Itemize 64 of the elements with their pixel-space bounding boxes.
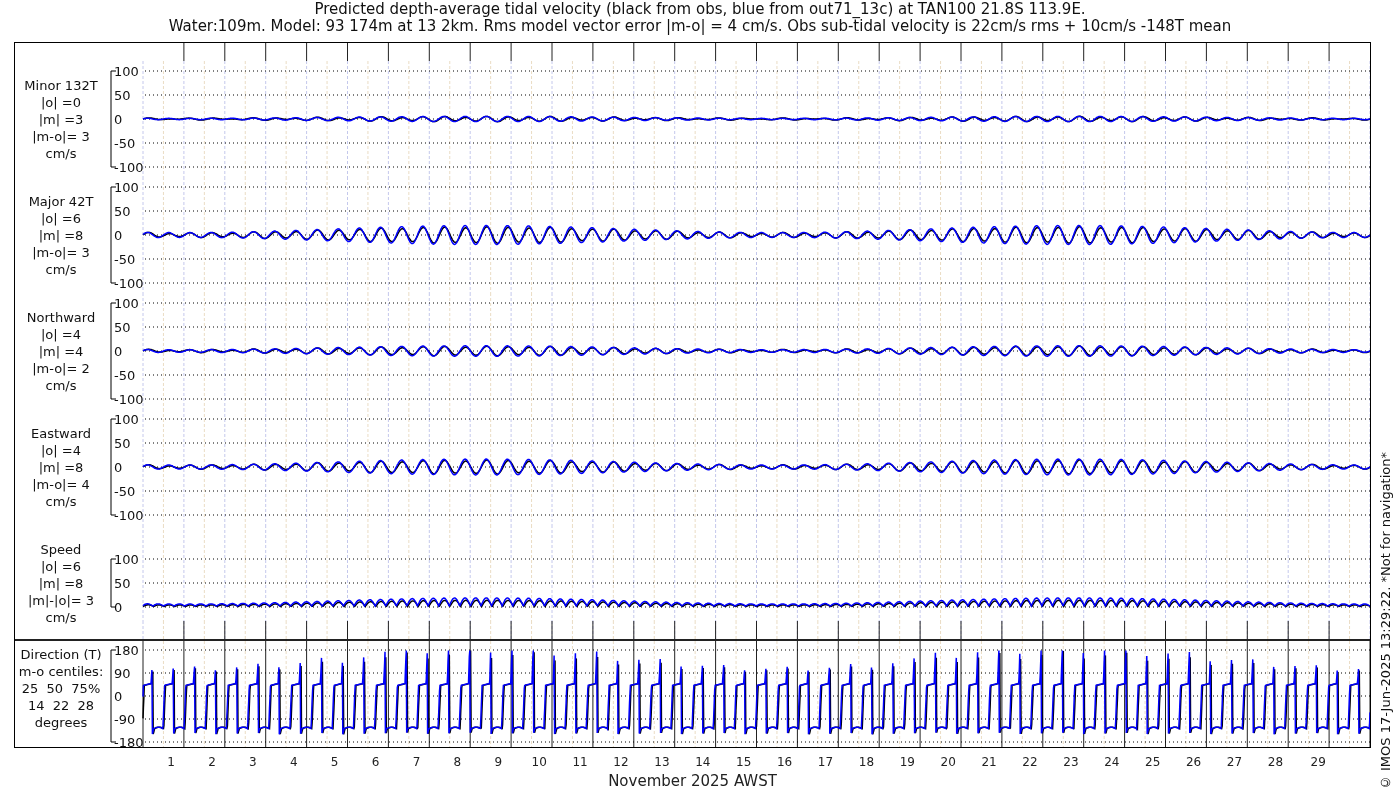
axis-tick-label: -50 — [114, 136, 136, 151]
axis-tick-label: 0 — [114, 112, 123, 127]
chart-title: Water:109m. Model: 93 174m at 13 2km. Rms model vector error |m-o| = 4 cm/s. Obs sub-tidal velocity is 22cm/s rms + 10cm/s -148T mean — [168, 18, 1232, 35]
axis-tick-label: 90 — [114, 666, 131, 681]
stat-text: |m| =8 — [38, 459, 84, 476]
stat-text: |m| =4 — [38, 343, 84, 360]
axis-tick-label: -100 — [114, 160, 144, 175]
stat-text: m-o centiles: — [18, 663, 104, 680]
stat-text: |o| =4 — [41, 326, 81, 343]
stat-text: |m-o|= 2 — [32, 360, 90, 377]
stat-text: degrees — [34, 714, 88, 731]
stat-text: |o| =6 — [41, 558, 81, 575]
axis-tick-label: 50 — [114, 320, 131, 335]
stat-text: |m| =8 — [38, 575, 84, 592]
panel-title: Eastward — [31, 425, 91, 442]
axis-tick-label: 50 — [114, 436, 131, 451]
stat-text: |o| =6 — [41, 210, 81, 227]
axis-tick-label: 0 — [114, 228, 123, 243]
axis-tick-label: 100 — [114, 64, 139, 79]
stat-text: cm/s — [45, 377, 77, 394]
stat-text: |m-o|= 3 — [32, 244, 90, 261]
axis-tick-label: -50 — [114, 252, 136, 267]
axis-tick-label: -100 — [114, 508, 144, 523]
axis-tick-label: -90 — [114, 712, 136, 727]
panel-title: Minor 132T — [24, 77, 98, 94]
stat-text: cm/s — [45, 145, 77, 162]
axis-tick-label: 100 — [114, 552, 139, 567]
axis-tick-label: 50 — [114, 576, 131, 591]
panel-title: Direction (T) — [20, 646, 102, 663]
stat-text: |m-o|= 4 — [32, 476, 90, 493]
axis-tick-label: 0 — [114, 460, 123, 475]
stat-text: |m-o|= 3 — [32, 128, 90, 145]
stat-text: |m| =3 — [38, 111, 84, 128]
stat-text: |m| =8 — [38, 227, 84, 244]
y-axis — [110, 558, 117, 608]
stat-text: cm/s — [45, 609, 77, 626]
axis-tick-label: -180 — [114, 735, 144, 747]
stat-text: 25 50 75% — [21, 680, 101, 697]
stat-text: 14 22 28 — [27, 697, 95, 714]
axis-tick-labels: 1 2 3 4 5 6 7 8 9 10 11 12 13 14 15 16 17 18 19 20 21 22 23 24 25 26 27 28 29 — [167, 755, 1326, 769]
axis-tick-label: 100 — [114, 180, 139, 195]
stat-text: |o| =0 — [41, 94, 81, 111]
panel-title: Northward — [26, 309, 96, 326]
axis-tick-label: 0 — [114, 600, 123, 615]
axis-tick-label: -50 — [114, 368, 136, 383]
axis-tick-label: -100 — [114, 276, 144, 291]
axis-tick-label: 100 — [114, 412, 139, 427]
axis-tick-label: 180 — [114, 643, 139, 658]
axis-tick-label: 0 — [114, 344, 123, 359]
stat-text: cm/s — [45, 261, 77, 278]
axis-tick-label: 50 — [114, 204, 131, 219]
stat-text: |o| =4 — [41, 442, 81, 459]
panel-title: Major 42T — [28, 193, 94, 210]
axis-tick-label: -50 — [114, 484, 136, 499]
copyright-text: © IMOS 17-Jun-2025 13:29:22. *Not for navigation* — [1378, 451, 1393, 790]
axis-tick-label: 100 — [114, 296, 139, 311]
axis-tick-label: -100 — [114, 392, 144, 407]
stat-text: |m|-|o|= 3 — [27, 592, 95, 609]
axis-tick-label: 0 — [114, 689, 123, 704]
axis-title: November 2025 AWST — [608, 772, 777, 790]
chart-title: Predicted depth-average tidal velocity (black from obs, blue from out71_13c) at TAN100 21.8S 113.9E. — [314, 1, 1086, 18]
axis-tick-label: 50 — [114, 88, 131, 103]
panel-title: Speed — [40, 541, 82, 558]
stat-text: cm/s — [45, 493, 77, 510]
